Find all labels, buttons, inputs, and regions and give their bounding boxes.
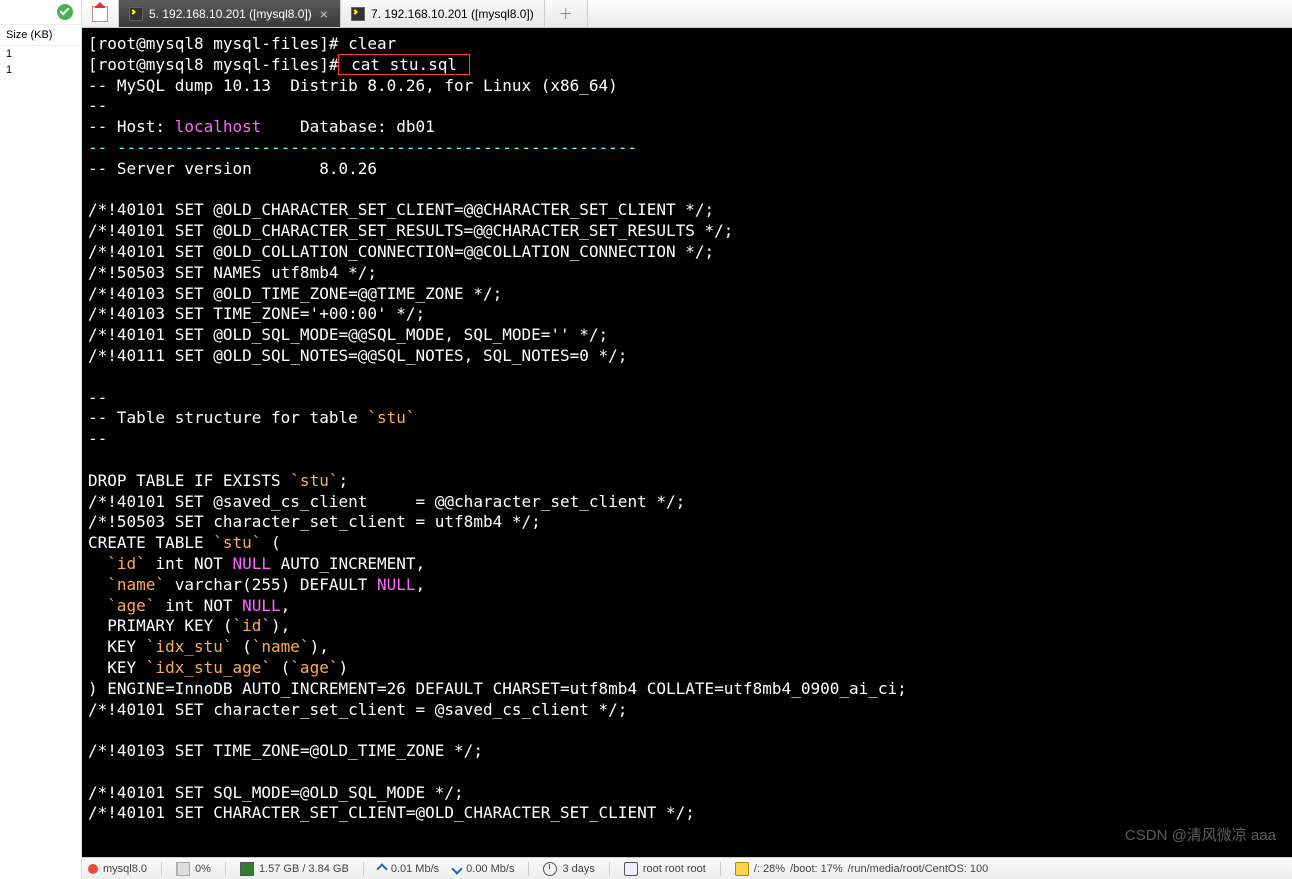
output-line: /*!40101 SET @OLD_CHARACTER_SET_CLIENT=@… [88, 200, 714, 219]
output-line: CREATE TABLE [88, 533, 213, 552]
sb-host-label: mysql8.0 [103, 863, 147, 875]
highlighted-command: cat stu.sql [338, 54, 469, 75]
sb-disk1: /: 28% [754, 863, 785, 875]
sb-user-value: root root root [643, 863, 706, 875]
output-line: -- [88, 388, 107, 407]
size-row[interactable]: 1 [0, 46, 81, 62]
size-column-header[interactable]: Size (KB) [0, 25, 81, 46]
sb-ram: 1.57 GB / 3.84 GB [240, 862, 349, 876]
output-line: -- Host: [88, 117, 175, 136]
separator [528, 862, 529, 876]
output-line: /*!40101 SET @OLD_COLLATION_CONNECTION=@… [88, 242, 714, 261]
status-bar: mysql8.0 0% 1.57 GB / 3.84 GB 0.01 Mb/s … [82, 857, 1292, 879]
watermark: CSDN @清风微凉 aaa [1125, 826, 1276, 846]
terminal-icon [351, 7, 365, 21]
tab-bar: 5. 192.168.10.201 ([mysql8.0]) × 7. 192.… [82, 0, 1292, 28]
output-line: /*!40101 SET CHARACTER_SET_CLIENT=@OLD_C… [88, 803, 695, 822]
separator [720, 862, 721, 876]
tab-session-7[interactable]: 7. 192.168.10.201 ([mysql8.0]) [341, 0, 545, 27]
tab-home[interactable] [82, 0, 119, 27]
sb-user: root root root [624, 862, 706, 876]
terminal-icon [129, 7, 143, 21]
output-line: /*!50503 SET NAMES utf8mb4 */; [88, 263, 377, 282]
sb-disk: /: 28% /boot: 17% /run/media/root/CentOS… [735, 862, 988, 876]
tab-new[interactable]: ＋ [545, 0, 588, 27]
tab-label: 7. 192.168.10.201 ([mysql8.0]) [371, 7, 534, 21]
prompt: [root@mysql8 mysql-files]# [88, 55, 338, 74]
output-line: /*!40103 SET TIME_ZONE=@OLD_TIME_ZONE */… [88, 741, 483, 760]
tab-session-5[interactable]: 5. 192.168.10.201 ([mysql8.0]) × [119, 0, 341, 27]
sb-net-dn: 0.00 Mb/s [453, 863, 514, 875]
table-name: `stu` [367, 408, 415, 427]
separator [363, 862, 364, 876]
status-ok-row [0, 0, 81, 25]
output-line: /*!50503 SET character_set_client = utf8… [88, 512, 541, 531]
sb-disk3: /run/media/root/CentOS: 100 [848, 863, 989, 875]
separator [609, 862, 610, 876]
output-line: ) ENGINE=InnoDB AUTO_INCREMENT=26 DEFAUL… [88, 679, 907, 698]
sb-cpu-value: 0% [195, 863, 211, 875]
output-line: /*!40101 SET @saved_cs_client = @@charac… [88, 492, 685, 511]
user-icon [624, 862, 638, 876]
clock-icon [543, 862, 557, 876]
home-icon [92, 6, 108, 22]
output-line: -- MySQL dump 10.13 Distrib 8.0.26, for … [88, 76, 618, 95]
output-line: /*!40101 SET character_set_client = @sav… [88, 700, 627, 719]
separator [225, 862, 226, 876]
command: clear [338, 34, 396, 53]
output-line: -- Table structure for table [88, 408, 367, 427]
output-line: -- Server version 8.0.26 [88, 159, 377, 178]
cpu-icon [176, 862, 190, 876]
separator [161, 862, 162, 876]
sb-disk2: /boot: 17% [790, 863, 843, 875]
left-panel: Size (KB) 1 1 [0, 0, 82, 879]
output-line: /*!40101 SET SQL_MODE=@OLD_SQL_MODE */; [88, 783, 464, 802]
output-line: -- [88, 429, 107, 448]
ram-icon [240, 862, 254, 876]
sb-net-up: 0.01 Mb/s [378, 863, 439, 875]
download-icon [451, 863, 462, 874]
upload-icon [376, 863, 387, 874]
output-line: /*!40101 SET @OLD_CHARACTER_SET_RESULTS=… [88, 221, 733, 240]
output-line: /*!40103 SET @OLD_TIME_ZONE=@@TIME_ZONE … [88, 284, 502, 303]
output-line: /*!40101 SET @OLD_SQL_MODE=@@SQL_MODE, S… [88, 325, 608, 344]
output-line: DROP TABLE IF EXISTS [88, 471, 290, 490]
sb-netup-value: 0.01 Mb/s [391, 863, 439, 875]
output-line: /*!40103 SET TIME_ZONE='+00:00' */; [88, 304, 425, 323]
sb-uptime: 3 days [543, 862, 594, 876]
size-row[interactable]: 1 [0, 62, 81, 78]
separator-line: -- -------------------------------------… [88, 138, 637, 157]
check-icon [57, 4, 73, 20]
sb-host: mysql8.0 [88, 863, 147, 875]
output-line: -- [88, 96, 107, 115]
hostname: localhost [175, 117, 262, 136]
sb-netdn-value: 0.00 Mb/s [466, 863, 514, 875]
sb-uptime-value: 3 days [562, 863, 594, 875]
output-line: /*!40111 SET @OLD_SQL_NOTES=@@SQL_NOTES,… [88, 346, 627, 365]
terminal[interactable]: [root@mysql8 mysql-files]# clear [root@m… [82, 28, 1292, 857]
prompt: [root@mysql8 mysql-files]# [88, 34, 338, 53]
plus-icon: ＋ [559, 4, 573, 24]
key-icon [735, 862, 749, 876]
sb-cpu: 0% [176, 862, 211, 876]
close-icon[interactable]: × [318, 6, 330, 22]
tab-label: 5. 192.168.10.201 ([mysql8.0]) [149, 7, 312, 21]
status-dot-icon [88, 864, 98, 874]
sb-ram-value: 1.57 GB / 3.84 GB [259, 863, 349, 875]
